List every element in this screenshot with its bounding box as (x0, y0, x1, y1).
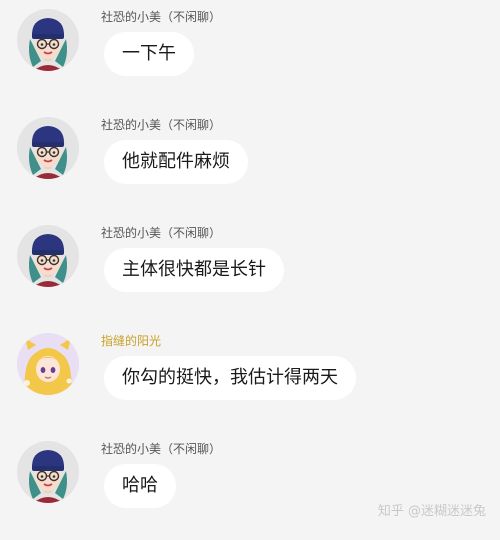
chat-message: 社恐的小美（不闲聊） 他就配件麻烦 (0, 108, 500, 216)
sender-name: 社恐的小美（不闲聊） (101, 10, 222, 24)
sender-name: 指缝的阳光 (101, 334, 162, 348)
user-avatar[interactable] (17, 9, 79, 71)
message-bubble[interactable]: 他就配件麻烦 (104, 140, 248, 184)
sender-name: 社恐的小美（不闲聊） (101, 442, 222, 456)
girl-beanie-avatar-icon (17, 225, 79, 287)
chat-message: 社恐的小美（不闲聊） 主体很快都是长针 (0, 216, 500, 324)
sender-name: 社恐的小美（不闲聊） (101, 118, 222, 132)
user-avatar[interactable] (17, 333, 79, 395)
chat-message: 指缝的阳光 你勾的挺快，我估计得两天 (0, 324, 500, 432)
girl-beanie-avatar-icon (17, 117, 79, 179)
message-bubble[interactable]: 一下午 (104, 32, 194, 76)
message-bubble[interactable]: 哈哈 (104, 464, 176, 508)
chat-message: 社恐的小美（不闲聊） 一下午 (0, 0, 500, 108)
user-avatar[interactable] (17, 441, 79, 503)
girl-beanie-avatar-icon (17, 9, 79, 71)
watermark: 知乎 @迷糊迷迷兔 (377, 504, 486, 519)
sender-name: 社恐的小美（不闲聊） (101, 226, 222, 240)
user-avatar[interactable] (17, 225, 79, 287)
message-bubble[interactable]: 主体很快都是长针 (104, 248, 284, 292)
chat-message: 社恐的小美（不闲聊） 哈哈 (0, 432, 500, 540)
user-avatar[interactable] (17, 117, 79, 179)
message-bubble[interactable]: 你勾的挺快，我估计得两天 (104, 356, 356, 400)
girl-beanie-avatar-icon (17, 441, 79, 503)
anime-girl-avatar-icon (17, 333, 79, 395)
